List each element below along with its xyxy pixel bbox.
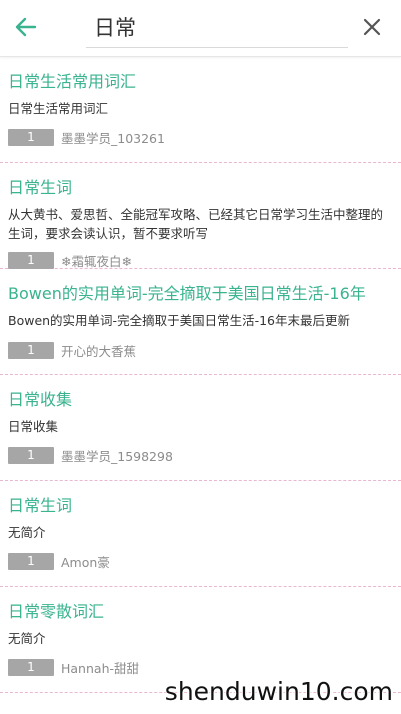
result-item[interactable]: Bowen的实用单词-完全摘取于美国日常生活-16年 Bowen的实用单词-完全…	[0, 269, 401, 375]
count-badge: 1	[8, 252, 54, 269]
result-description: 日常收集	[8, 419, 59, 434]
result-description: 从大黄书、爱思哲、全能冠军攻略、已经其它日常学习生活中整理的生词，要求会读认识，…	[8, 207, 384, 241]
search-bar	[0, 0, 401, 57]
result-item[interactable]: 日常生词 无简介 1 Amon豪	[0, 481, 401, 587]
result-item[interactable]: 日常生活常用词汇 日常生活常用词汇 1 墨墨学员_103261	[0, 57, 401, 163]
result-description: Bowen的实用单词-完全摘取于美国日常生活-16年末最后更新	[8, 313, 350, 328]
clear-search-button[interactable]	[355, 10, 389, 44]
result-title: 日常零散词汇	[8, 602, 105, 621]
result-item[interactable]: 日常收集 日常收集 1 墨墨学员_1598298	[0, 375, 401, 481]
result-meta: 1 开心的大香蕉	[8, 341, 136, 360]
result-meta: 1 墨墨学员_103261	[8, 128, 165, 147]
author-name: 墨墨学员_1598298	[61, 449, 173, 464]
result-meta: 1 Hannah-甜甜	[8, 658, 139, 677]
result-title: Bowen的实用单词-完全摘取于美国日常生活-16年	[8, 284, 366, 303]
arrow-left-icon	[15, 17, 37, 37]
author-name: ❄霜辄夜白❄	[61, 254, 132, 269]
count-badge: 1	[8, 129, 54, 146]
back-button[interactable]	[8, 9, 44, 45]
result-description: 日常生活常用词汇	[8, 101, 109, 116]
close-icon	[363, 18, 381, 36]
author-name: 开心的大香蕉	[61, 344, 137, 359]
author-name: Amon豪	[61, 555, 110, 570]
result-list: 日常生活常用词汇 日常生活常用词汇 1 墨墨学员_103261 日常生词 从大黄…	[0, 57, 401, 693]
result-meta: 1 ❄霜辄夜白❄	[8, 251, 132, 270]
count-badge: 1	[8, 447, 54, 464]
result-item[interactable]: 日常生词 从大黄书、爱思哲、全能冠军攻略、已经其它日常学习生活中整理的生词，要求…	[0, 163, 401, 269]
result-description: 无简介	[8, 525, 46, 540]
result-title: 日常生活常用词汇	[8, 72, 137, 91]
count-badge: 1	[8, 659, 54, 676]
result-meta: 1 Amon豪	[8, 552, 110, 571]
count-badge: 1	[8, 342, 54, 359]
result-description: 无简介	[8, 631, 46, 646]
result-title: 日常生词	[8, 178, 73, 197]
author-name: Hannah-甜甜	[61, 661, 139, 676]
result-title: 日常生词	[8, 496, 73, 515]
count-badge: 1	[8, 553, 54, 570]
result-meta: 1 墨墨学员_1598298	[8, 446, 173, 465]
search-input[interactable]	[86, 8, 348, 48]
watermark: shenduwin10.com	[164, 677, 393, 706]
author-name: 墨墨学员_103261	[61, 131, 165, 146]
result-title: 日常收集	[8, 390, 73, 409]
